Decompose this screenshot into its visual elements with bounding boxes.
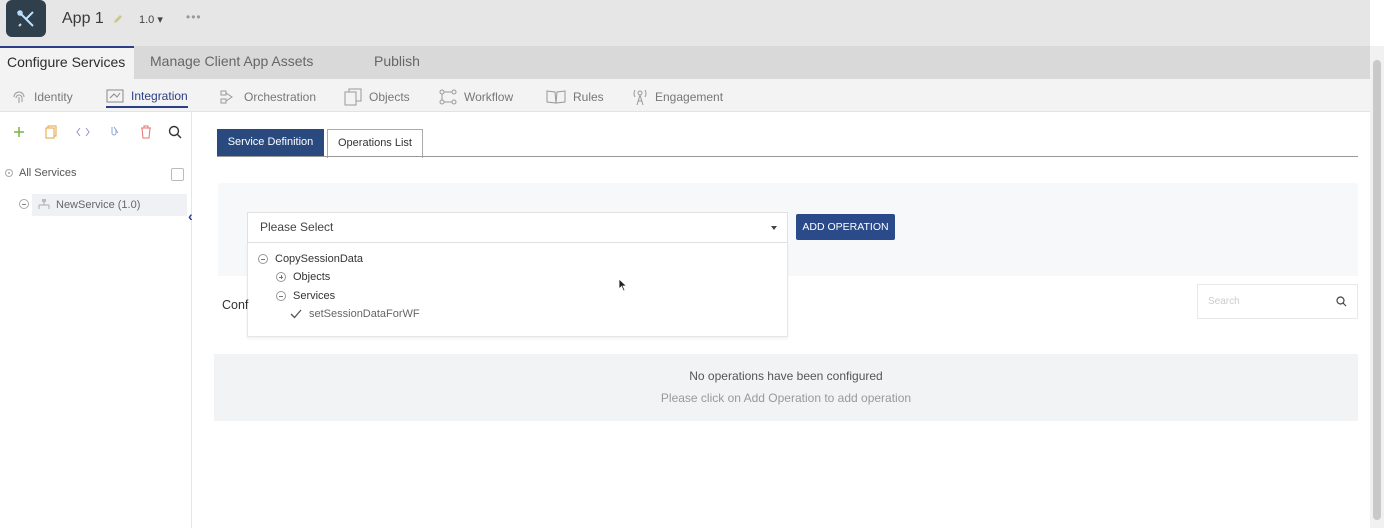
edit-pencil-icon[interactable] xyxy=(112,13,124,25)
main-navigation: Configure Services Manage Client App Ass… xyxy=(0,46,1370,79)
tree-node-operation[interactable]: setSessionDataForWF xyxy=(290,308,420,320)
engagement-antenna-icon xyxy=(633,89,647,106)
gear-icon xyxy=(5,169,13,177)
operations-search-input[interactable]: Search xyxy=(1197,284,1358,319)
collapse-sidebar-chevron-icon[interactable]: ‹ xyxy=(188,208,193,224)
search-icon[interactable] xyxy=(167,124,183,140)
subnav-orchestration[interactable]: Orchestration xyxy=(219,86,316,108)
tree-node-label: Objects xyxy=(293,271,331,283)
tree-node-label: Services xyxy=(293,290,336,302)
sort-icon[interactable] xyxy=(171,168,184,181)
checkmark-icon[interactable] xyxy=(290,309,302,319)
tree-node-services[interactable]: Services xyxy=(276,290,335,302)
collapse-toggle-icon[interactable] xyxy=(19,199,29,209)
sidebar-item-label: NewService (1.0) xyxy=(56,199,141,211)
dropdown-placeholder: Please Select xyxy=(260,220,334,234)
operation-tree-dropdown: CopySessionData Objects Services setSess… xyxy=(247,243,788,337)
tab-publish[interactable]: Publish xyxy=(374,46,420,79)
app-name: App 1 xyxy=(62,10,104,27)
sidebar-item-newservice[interactable]: NewService (1.0) xyxy=(32,194,187,216)
subnav-identity[interactable]: Identity xyxy=(11,86,73,108)
subnav-workflow-label: Workflow xyxy=(464,90,514,104)
search-placeholder: Search xyxy=(1208,296,1240,307)
subnav-integration[interactable]: Integration xyxy=(106,86,188,108)
tab-operations-list[interactable]: Operations List xyxy=(327,129,423,158)
fingerprint-icon xyxy=(13,91,25,103)
tabs-divider xyxy=(217,156,1358,157)
add-operation-button[interactable]: ADD OPERATION xyxy=(796,214,895,240)
subnav-engagement[interactable]: Engagement xyxy=(632,86,723,108)
integration-icon xyxy=(106,89,124,103)
scrollbar-thumb[interactable] xyxy=(1373,60,1381,520)
subnav-rules[interactable]: Rules xyxy=(546,86,604,108)
orchestration-icon xyxy=(220,90,233,104)
tree-node-label: setSessionDataForWF xyxy=(309,308,420,320)
subnav-rules-label: Rules xyxy=(573,90,604,104)
copy-icon[interactable] xyxy=(43,124,59,140)
caret-down-icon xyxy=(771,226,777,230)
expand-icon[interactable] xyxy=(276,272,286,282)
empty-state-subtitle: Please click on Add Operation to add ope… xyxy=(660,391,912,405)
tab-service-definition[interactable]: Service Definition xyxy=(217,129,324,156)
configured-operations-heading: Conf xyxy=(222,298,249,312)
subnav-orchestration-label: Orchestration xyxy=(244,90,317,104)
code-icon[interactable] xyxy=(75,124,91,140)
objects-icon xyxy=(344,88,362,106)
page-scrollbar[interactable] xyxy=(1370,46,1384,528)
subnav-engagement-label: Engagement xyxy=(655,90,724,104)
subnav-identity-label: Identity xyxy=(34,90,73,104)
services-sidebar: All Services NewService (1.0) ‹ xyxy=(0,112,193,528)
empty-state-panel: No operations have been configured Pleas… xyxy=(214,354,1358,421)
link-icon[interactable] xyxy=(106,124,122,140)
main-content: Service Definition Operations List Pleas… xyxy=(202,112,1370,528)
collapse-icon[interactable] xyxy=(258,254,268,264)
rules-book-icon xyxy=(546,90,566,104)
tree-node-copysessiondata[interactable]: CopySessionData xyxy=(258,253,363,265)
tab-configure-services[interactable]: Configure Services xyxy=(0,46,134,79)
empty-state-title: No operations have been configured xyxy=(689,369,883,383)
service-type-navigation: Identity Integration Orchestration Objec… xyxy=(0,79,1370,112)
subnav-objects[interactable]: Objects xyxy=(344,86,410,108)
delete-icon[interactable] xyxy=(138,124,154,140)
subnav-workflow[interactable]: Workflow xyxy=(439,86,513,108)
workflow-icon xyxy=(439,89,457,105)
version-dropdown[interactable]: 1.0 ▾ xyxy=(139,13,163,26)
tree-root-label: All Services xyxy=(19,167,77,179)
mouse-cursor-icon xyxy=(618,278,628,292)
more-options-button[interactable]: ••• xyxy=(186,10,202,24)
tree-node-objects[interactable]: Objects xyxy=(276,271,330,283)
operation-select-dropdown[interactable]: Please Select xyxy=(247,212,788,243)
service-tree-icon xyxy=(38,199,50,209)
top-bar: App 1 1.0 ▾ ••• xyxy=(0,0,1370,46)
tree-node-label: CopySessionData xyxy=(275,253,364,265)
subnav-integration-label: Integration xyxy=(131,89,188,103)
tree-root-all-services[interactable]: All Services xyxy=(4,167,76,179)
tab-manage-client-app-assets[interactable]: Manage Client App Assets xyxy=(150,46,313,79)
search-icon[interactable] xyxy=(1336,296,1347,307)
collapse-icon[interactable] xyxy=(276,291,286,301)
subnav-objects-label: Objects xyxy=(369,90,410,104)
app-logo-icon[interactable] xyxy=(6,0,46,37)
add-icon[interactable] xyxy=(11,124,27,140)
